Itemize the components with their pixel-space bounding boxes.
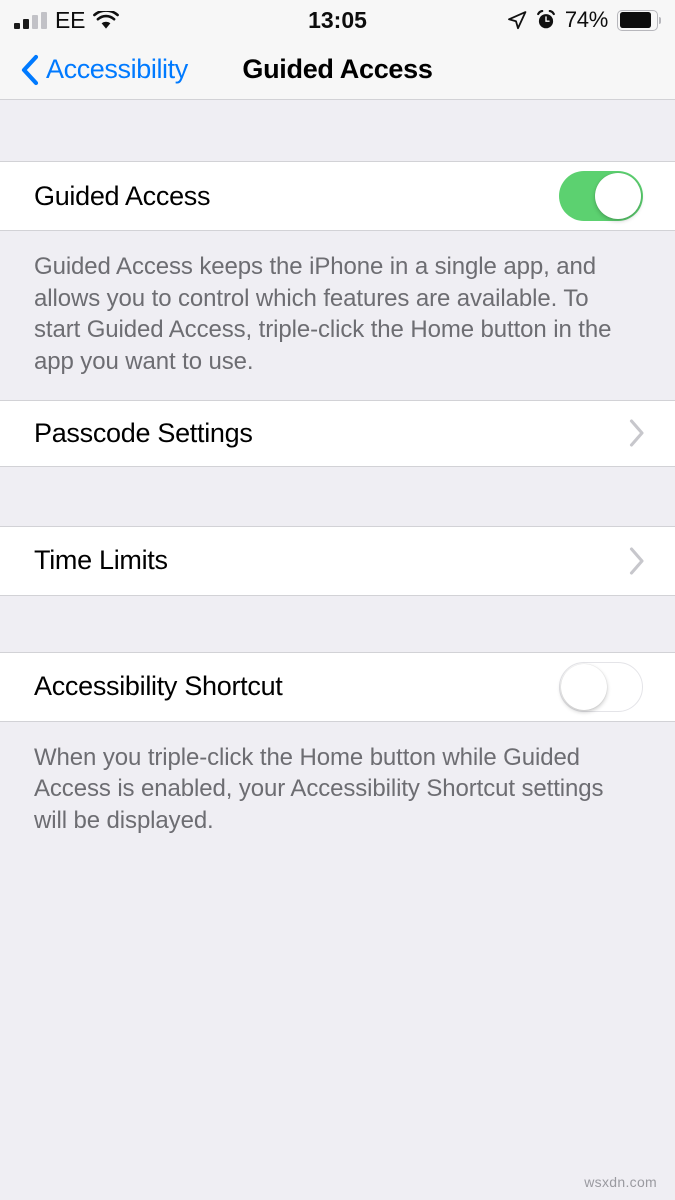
row-time-limits[interactable]: Time Limits [0, 525, 675, 596]
row-passcode-settings-accessory [628, 401, 675, 466]
status-bar: EE 13:05 74% [0, 0, 675, 40]
clock-label: 13:05 [308, 6, 367, 33]
chevron-right-icon [628, 546, 646, 576]
accessibility-shortcut-footer-text: When you triple-click the Home button wh… [0, 721, 675, 859]
row-time-limits-label: Time Limits [34, 545, 168, 576]
battery-icon [617, 9, 661, 31]
row-accessibility-shortcut-label: Accessibility Shortcut [34, 671, 283, 702]
row-accessibility-shortcut[interactable]: Accessibility Shortcut [0, 651, 675, 722]
battery-percent-label: 74% [564, 7, 608, 32]
page-title: Guided Access [242, 54, 433, 84]
row-time-limits-accessory [628, 527, 675, 595]
iphone-settings-screen: EE 13:05 74% Accessibility Guided Access… [0, 0, 675, 1200]
alarm-clock-icon [536, 9, 556, 30]
watermark: wsxdn.com [584, 1174, 657, 1190]
section-gap-top [0, 100, 675, 161]
row-accessibility-shortcut-accessory [559, 653, 675, 721]
navigation-bar: Accessibility Guided Access [0, 40, 675, 100]
row-guided-access[interactable]: Guided Access [0, 161, 675, 231]
location-arrow-icon [507, 10, 527, 30]
guided-access-toggle[interactable] [559, 171, 643, 221]
guided-access-footer-text: Guided Access keeps the iPhone in a sing… [0, 231, 675, 400]
chevron-right-icon [628, 418, 646, 448]
section-gap-2 [0, 595, 675, 652]
row-guided-access-label: Guided Access [34, 180, 211, 211]
section-gap-1 [0, 466, 675, 526]
settings-content: Guided Access Guided Access keeps the iP… [0, 100, 675, 1200]
toggle-knob [561, 663, 607, 710]
accessibility-shortcut-toggle[interactable] [559, 661, 643, 712]
status-bar-right: 74% [507, 0, 661, 40]
row-passcode-settings-label: Passcode Settings [34, 417, 253, 448]
row-passcode-settings[interactable]: Passcode Settings [0, 399, 675, 467]
row-guided-access-accessory [559, 162, 675, 230]
toggle-knob [595, 173, 641, 219]
